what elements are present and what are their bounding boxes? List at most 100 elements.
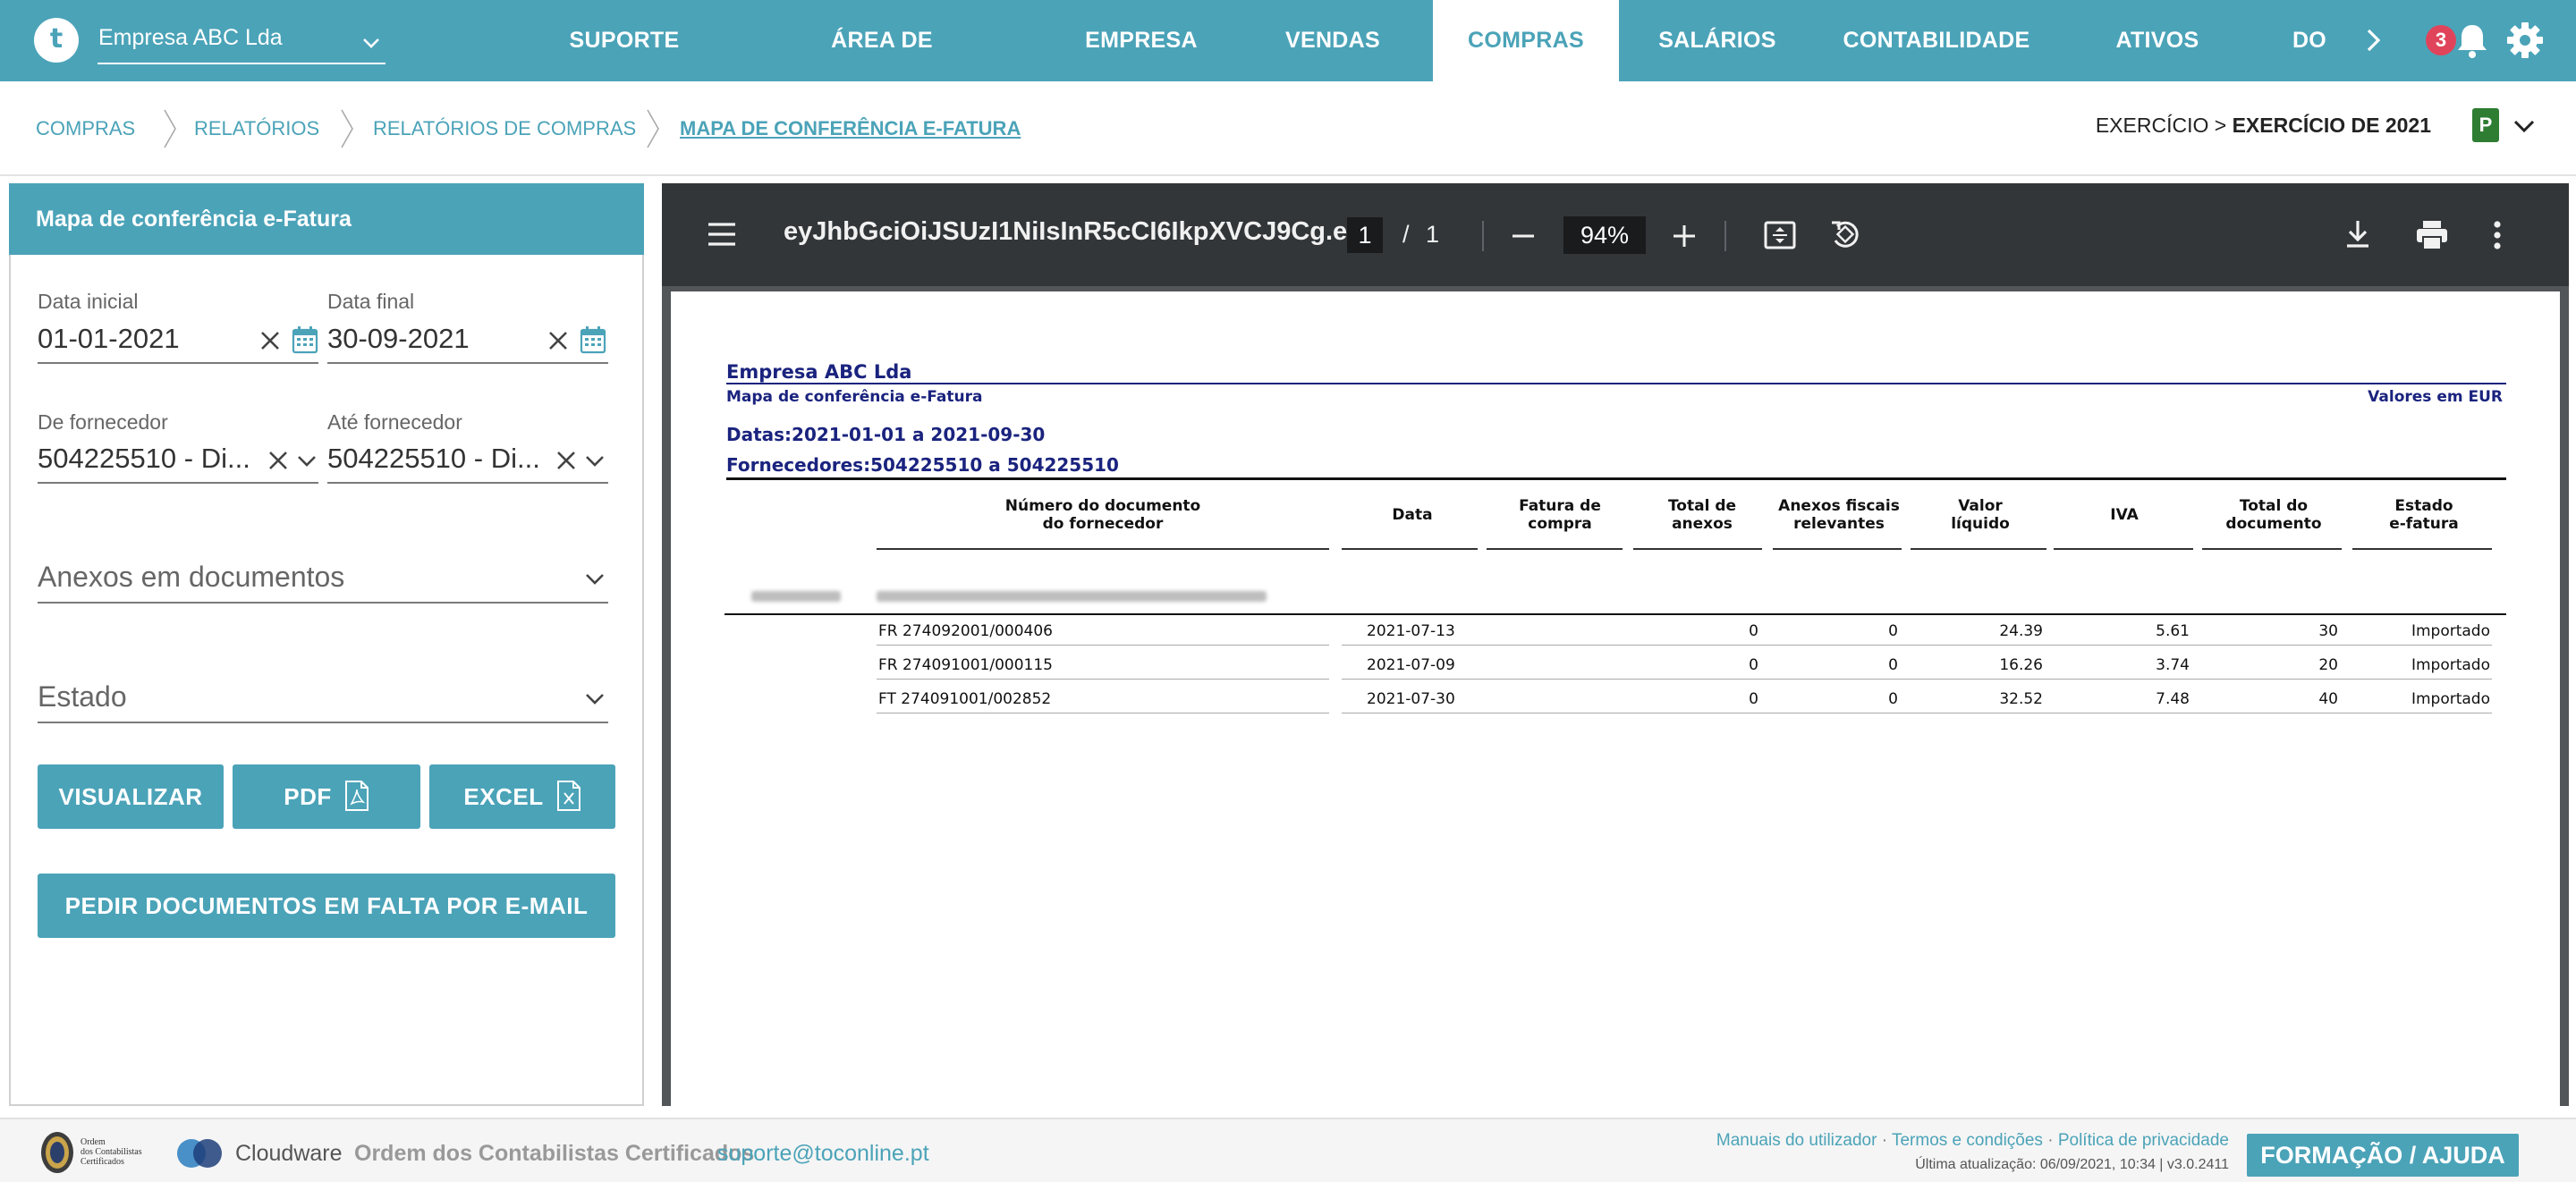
breadcrumb-current[interactable]: MAPA DE CONFERÊNCIA E-FATURA: [680, 117, 1021, 140]
breadcrumb-relatorios-compras[interactable]: RELATÓRIOS DE COMPRAS: [373, 117, 636, 140]
link-separator: ·: [1877, 1131, 1892, 1150]
chevron-right-icon[interactable]: [2358, 25, 2388, 55]
menu-contabilidade[interactable]: CONTABILIDADE: [1843, 0, 2030, 81]
plus-icon[interactable]: [1671, 223, 1698, 249]
end-date-input[interactable]: 30-09-2021: [327, 323, 470, 355]
to-supplier-underline: [327, 482, 608, 484]
menu-vendas[interactable]: VENDAS: [1270, 0, 1395, 81]
col-header-line: Fatura de: [1519, 497, 1601, 515]
cell-date: 2021-07-30: [1367, 690, 1455, 708]
chevron-down-icon[interactable]: [583, 688, 606, 711]
footer: Ordem dos Contabilistas Certificados Cloud…: [0, 1118, 2576, 1182]
col-header-line: compra: [1528, 515, 1592, 533]
chevron-down-icon[interactable]: [295, 450, 318, 473]
col-header-line: Data: [1392, 506, 1433, 524]
panel-title: Mapa de conferência e-Fatura: [9, 183, 644, 255]
excel-button[interactable]: EXCEL: [429, 764, 615, 829]
from-supplier-select[interactable]: 504225510 - Di...: [38, 443, 250, 475]
company-name: Empresa ABC Lda: [98, 25, 283, 50]
cell-date: 2021-07-13: [1367, 622, 1455, 640]
start-date-underline: [38, 362, 318, 364]
print-icon[interactable]: [2415, 219, 2449, 251]
zoom-input[interactable]: 94%: [1563, 216, 1646, 254]
col-header-date: Data: [1342, 506, 1483, 524]
page-separator: /: [1402, 221, 1410, 248]
toconline-logo[interactable]: t: [34, 18, 79, 63]
exercise-prefix: EXERCÍCIO >: [2095, 114, 2233, 137]
state-select[interactable]: Estado: [38, 680, 127, 713]
fit-page-icon[interactable]: [1764, 219, 1796, 251]
chevron-down-icon[interactable]: [2512, 114, 2537, 139]
header-underline: [2202, 548, 2342, 550]
menu-do[interactable]: DO: [2286, 0, 2333, 81]
exercise-selector[interactable]: EXERCÍCIO > EXERCÍCIO DE 2021: [2096, 114, 2431, 138]
occ-seal-icon: [41, 1132, 73, 1173]
attachments-select[interactable]: Anexos em documentos: [38, 561, 344, 594]
cell-document: FT 274091001/002852: [878, 690, 1052, 708]
to-supplier-select[interactable]: 504225510 - Di...: [327, 443, 540, 475]
clear-icon[interactable]: [267, 449, 290, 472]
hamburger-icon[interactable]: [707, 219, 737, 249]
redacted-supplier-id: [751, 591, 841, 602]
occ-logo-line: dos Contabilistas: [80, 1147, 142, 1157]
occ-label: Ordem dos Contabilistas Certificados: [354, 1141, 755, 1166]
menu-ativos[interactable]: ATIVOS: [2104, 0, 2211, 81]
support-email-link[interactable]: suporte@toconline.pt: [717, 1141, 929, 1167]
menu-suporte[interactable]: SUPORTE: [556, 0, 692, 81]
breadcrumb-compras[interactable]: COMPRAS: [36, 117, 135, 140]
footer-links: Manuais do utilizador · Termos e condiçõ…: [1716, 1131, 2229, 1151]
redacted-supplier-name: [877, 591, 1267, 602]
cell-vat: 5.61: [2156, 622, 2190, 640]
menu-compras[interactable]: COMPRAS: [1433, 0, 1619, 81]
cell-total: 20: [2318, 656, 2338, 674]
col-header-net-value: Valor líquido: [1912, 497, 2048, 533]
start-date-input[interactable]: 01-01-2021: [38, 323, 180, 355]
chevron-down-icon[interactable]: [583, 450, 606, 473]
more-vert-icon[interactable]: [2492, 219, 2503, 251]
row-underline: [1342, 679, 2492, 680]
company-selector[interactable]: Empresa ABC Lda: [97, 20, 386, 64]
menu-salarios[interactable]: SALÁRIOS: [1655, 0, 1780, 81]
page-number-input[interactable]: 1: [1347, 217, 1383, 253]
header-underline: [1487, 548, 1623, 550]
manuals-link[interactable]: Manuais do utilizador: [1716, 1131, 1877, 1150]
excel-file-icon: [556, 781, 580, 812]
cell-state: Importado: [2411, 656, 2490, 674]
bell-icon[interactable]: [2454, 21, 2490, 59]
request-missing-documents-button[interactable]: PEDIR DOCUMENTOS EM FALTA POR E-MAIL: [38, 874, 615, 938]
privacy-link[interactable]: Política de privacidade: [2058, 1131, 2229, 1150]
exercise-status-badge: P: [2472, 108, 2499, 142]
clear-icon[interactable]: [258, 329, 282, 352]
chevron-down-icon: [363, 38, 379, 48]
terms-link[interactable]: Termos e condições: [1892, 1131, 2043, 1150]
clear-icon[interactable]: [555, 449, 578, 472]
cloudware-logo-icon: [177, 1139, 222, 1168]
pdf-file-icon: [344, 781, 369, 812]
col-header-invoice: Fatura de compra: [1492, 497, 1628, 533]
pdf-button[interactable]: PDF: [233, 764, 420, 829]
download-icon[interactable]: [2343, 219, 2372, 249]
menu-empresa[interactable]: EMPRESA: [1070, 0, 1213, 81]
col-header-total-attachments: Total de anexos: [1637, 497, 1767, 533]
end-date-label: Data final: [327, 290, 415, 313]
excel-button-label: EXCEL: [463, 783, 544, 810]
breadcrumb-relatorios[interactable]: RELATÓRIOS: [194, 117, 319, 140]
pdf-file-title: eyJhbGciOiJSUzI1NiIsInR5cCI6IkpXVCJ9Cg.e…: [784, 217, 1369, 246]
rotate-icon[interactable]: [1828, 217, 1862, 251]
menu-area-contabilista[interactable]: ÁREA DE CONTABILISTA: [748, 0, 1016, 134]
chevron-down-icon[interactable]: [583, 568, 606, 591]
calendar-icon[interactable]: [292, 325, 318, 354]
calendar-icon[interactable]: [580, 325, 606, 354]
breadcrumb-separator-icon: [647, 109, 659, 148]
cell-state: Importado: [2411, 622, 2490, 640]
col-header-fiscal-attachments: Anexos fiscais relevantes: [1775, 497, 1903, 533]
view-button[interactable]: VISUALIZAR: [38, 764, 224, 829]
gear-icon[interactable]: [2506, 21, 2544, 59]
col-header-line: Total do: [2239, 497, 2309, 515]
minus-icon[interactable]: [1510, 223, 1537, 249]
cell-state: Importado: [2411, 690, 2490, 708]
link-separator: ·: [2042, 1131, 2058, 1150]
request-button-label: PEDIR DOCUMENTOS EM FALTA POR E-MAIL: [64, 892, 589, 919]
help-button[interactable]: FORMAÇÃO / AJUDA: [2247, 1134, 2519, 1177]
clear-icon[interactable]: [547, 329, 570, 352]
